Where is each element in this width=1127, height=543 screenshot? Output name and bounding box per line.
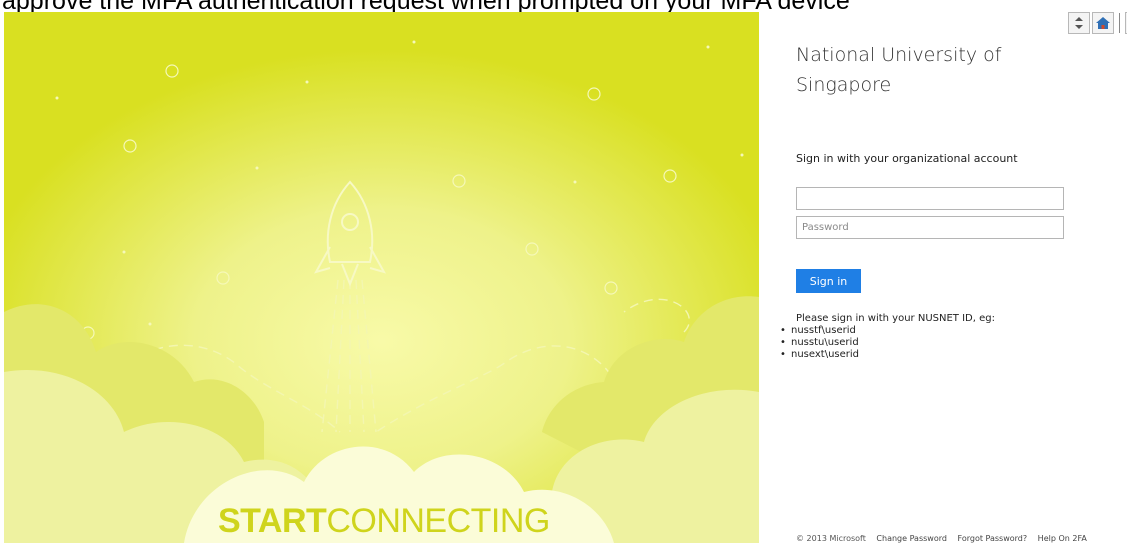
sign-in-heading: Sign in with your organizational account — [796, 152, 1018, 165]
hint-item-staff: nusstf\userid — [780, 325, 1096, 337]
brand-caption-strong: START — [218, 502, 327, 540]
toolbar-separator — [1119, 13, 1120, 33]
password-field[interactable] — [796, 216, 1064, 239]
start-connecting-illustration: STARTCONNECTING — [4, 12, 759, 543]
browser-toolbar — [1068, 12, 1127, 34]
login-panel: National University of Singapore Sign in… — [791, 40, 1096, 361]
nusnet-hint: Please sign in with your NUSNET ID, eg: … — [791, 313, 1096, 361]
sign-in-button[interactable]: Sign in — [796, 269, 861, 293]
help-2fa-link[interactable]: Help On 2FA — [1038, 534, 1087, 543]
hint-item-student: nusstu\userid — [780, 337, 1096, 349]
organization-name: National University of Singapore — [796, 44, 1002, 96]
username-field[interactable] — [796, 187, 1064, 210]
hint-item-external: nusext\userid — [780, 349, 1096, 361]
footer: © 2013 Microsoft Change Password Forgot … — [796, 534, 1095, 543]
change-password-link[interactable]: Change Password — [876, 534, 947, 543]
brand-caption-light: CONNECTING — [326, 502, 550, 540]
rocket-launch-artwork — [4, 12, 759, 543]
copyright: © 2013 Microsoft — [796, 534, 866, 543]
hint-intro: Please sign in with your NUSNET ID, eg: — [796, 313, 995, 324]
brand-caption: STARTCONNECTING — [218, 502, 550, 541]
forgot-password-link[interactable]: Forgot Password? — [958, 534, 1028, 543]
home-icon[interactable] — [1092, 12, 1114, 34]
hint-list: nusstf\userid nusstu\userid nusext\useri… — [780, 325, 1096, 361]
arrows-icon[interactable] — [1068, 12, 1090, 34]
